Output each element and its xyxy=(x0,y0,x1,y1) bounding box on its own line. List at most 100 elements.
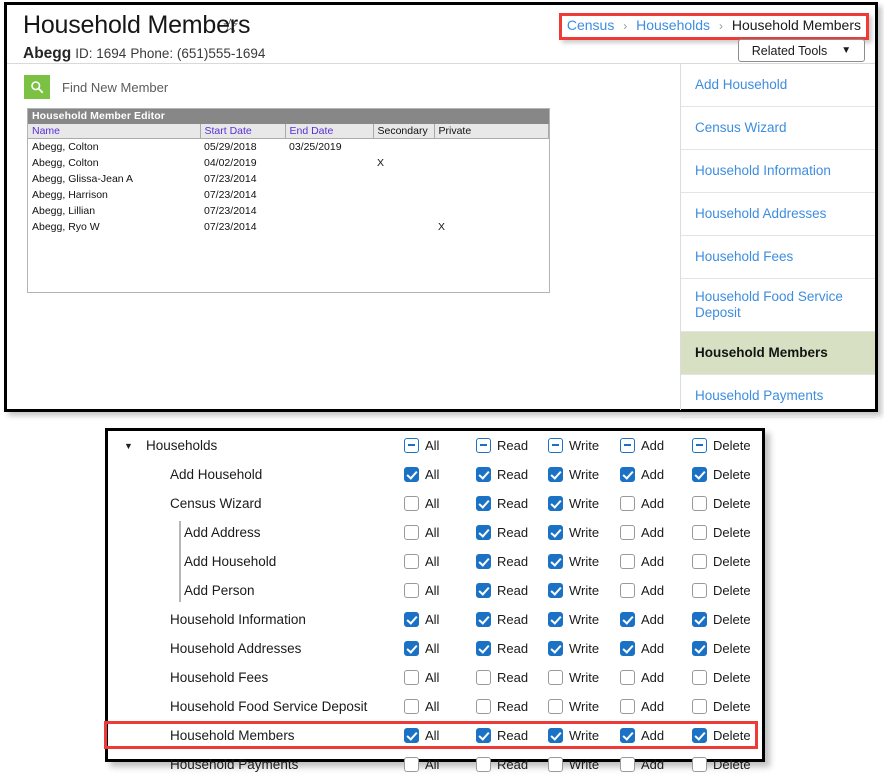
permission-cell-add[interactable]: Add xyxy=(620,612,692,627)
permission-row-households[interactable]: ▼ Households All Read Write Add Delete xyxy=(108,431,762,460)
permission-cell-add[interactable]: Add xyxy=(620,525,692,540)
table-row[interactable]: Abegg, Colton 05/29/2018 03/25/2019 xyxy=(28,139,549,156)
checkbox-delete-icon[interactable] xyxy=(692,496,707,511)
permission-cell-add[interactable]: Add xyxy=(620,699,692,714)
permission-cell-all[interactable]: All xyxy=(404,728,476,743)
checkbox-all-icon[interactable] xyxy=(404,757,419,772)
column-header-name[interactable]: Name xyxy=(28,124,201,139)
checkbox-delete-icon[interactable] xyxy=(692,641,707,656)
checkbox-read-icon[interactable] xyxy=(476,670,491,685)
checkbox-write-icon[interactable] xyxy=(548,728,563,743)
permission-cell-delete[interactable]: Delete xyxy=(692,641,764,656)
checkbox-read-icon[interactable] xyxy=(476,757,491,772)
chevron-down-icon[interactable]: ▼ xyxy=(124,442,133,451)
checkbox-write-icon[interactable] xyxy=(548,757,563,772)
checkbox-read-icon[interactable] xyxy=(476,438,491,453)
permission-cell-all[interactable]: All xyxy=(404,583,476,598)
permission-row-add-address[interactable]: Add Address All Read Write Add Delete xyxy=(108,518,762,547)
checkbox-write-icon[interactable] xyxy=(548,496,563,511)
checkbox-delete-icon[interactable] xyxy=(692,554,707,569)
sidebar-item-census-wizard[interactable]: Census Wizard xyxy=(681,107,875,150)
permission-cell-all[interactable]: All xyxy=(404,496,476,511)
permission-cell-delete[interactable]: Delete xyxy=(692,699,764,714)
permission-cell-write[interactable]: Write xyxy=(548,467,620,482)
related-tools-dropdown[interactable]: Related Tools ▼ xyxy=(738,39,865,62)
checkbox-add-icon[interactable] xyxy=(620,670,635,685)
checkbox-add-icon[interactable] xyxy=(620,757,635,772)
sidebar-item-household-information[interactable]: Household Information xyxy=(681,150,875,193)
permission-cell-delete[interactable]: Delete xyxy=(692,612,764,627)
permission-cell-delete[interactable]: Delete xyxy=(692,728,764,743)
permission-cell-all[interactable]: All xyxy=(404,641,476,656)
permission-cell-read[interactable]: Read xyxy=(476,438,548,453)
checkbox-write-icon[interactable] xyxy=(548,612,563,627)
permission-cell-all[interactable]: All xyxy=(404,670,476,685)
checkbox-all-icon[interactable] xyxy=(404,670,419,685)
checkbox-delete-icon[interactable] xyxy=(692,728,707,743)
permission-cell-all[interactable]: All xyxy=(404,612,476,627)
checkbox-read-icon[interactable] xyxy=(476,641,491,656)
permission-cell-delete[interactable]: Delete xyxy=(692,757,764,772)
breadcrumb-item-census[interactable]: Census xyxy=(567,17,614,33)
permission-row-household-addresses[interactable]: Household Addresses All Read Write Add Delete xyxy=(108,634,762,663)
checkbox-read-icon[interactable] xyxy=(476,699,491,714)
permission-cell-read[interactable]: Read xyxy=(476,699,548,714)
permission-cell-add[interactable]: Add xyxy=(620,670,692,685)
permission-cell-all[interactable]: All xyxy=(404,467,476,482)
sidebar-item-household-food-service-deposit[interactable]: Household Food Service Deposit xyxy=(681,279,875,332)
permission-cell-read[interactable]: Read xyxy=(476,467,548,482)
permission-row-add-household[interactable]: Add Household All Read Write Add Delete xyxy=(108,460,762,489)
checkbox-read-icon[interactable] xyxy=(476,525,491,540)
permission-cell-read[interactable]: Read xyxy=(476,728,548,743)
permission-cell-read[interactable]: Read xyxy=(476,757,548,772)
checkbox-all-icon[interactable] xyxy=(404,612,419,627)
permission-row-household-fees[interactable]: Household Fees All Read Write Add Delete xyxy=(108,663,762,692)
permission-cell-all[interactable]: All xyxy=(404,554,476,569)
permission-cell-add[interactable]: Add xyxy=(620,467,692,482)
permission-cell-write[interactable]: Write xyxy=(548,583,620,598)
checkbox-delete-icon[interactable] xyxy=(692,757,707,772)
checkbox-add-icon[interactable] xyxy=(620,496,635,511)
checkbox-delete-icon[interactable] xyxy=(692,583,707,598)
checkbox-add-icon[interactable] xyxy=(620,583,635,598)
table-row[interactable]: Abegg, Ryo W 07/23/2014 X xyxy=(28,219,549,235)
checkbox-all-icon[interactable] xyxy=(404,467,419,482)
permission-row-household-information[interactable]: Household Information All Read Write Add Dele… xyxy=(108,605,762,634)
permission-row-household-members[interactable]: Household Members All Read Write Add Delete xyxy=(108,721,762,750)
permission-cell-write[interactable]: Write xyxy=(548,699,620,714)
checkbox-add-icon[interactable] xyxy=(620,641,635,656)
permission-cell-all[interactable]: All xyxy=(404,525,476,540)
permission-cell-delete[interactable]: Delete xyxy=(692,583,764,598)
permission-cell-all[interactable]: All xyxy=(404,757,476,772)
sidebar-item-household-addresses[interactable]: Household Addresses xyxy=(681,193,875,236)
checkbox-all-icon[interactable] xyxy=(404,438,419,453)
find-new-member-row[interactable]: Find New Member xyxy=(24,75,168,99)
table-row[interactable]: Abegg, Harrison 07/23/2014 xyxy=(28,187,549,203)
search-icon[interactable] xyxy=(24,75,50,99)
permission-cell-delete[interactable]: Delete xyxy=(692,554,764,569)
permission-cell-write[interactable]: Write xyxy=(548,525,620,540)
permission-cell-read[interactable]: Read xyxy=(476,525,548,540)
checkbox-all-icon[interactable] xyxy=(404,641,419,656)
permission-cell-add[interactable]: Add xyxy=(620,496,692,511)
column-header-secondary[interactable]: Secondary xyxy=(373,124,435,139)
permission-cell-delete[interactable]: Delete xyxy=(692,670,764,685)
permission-row-household-food-service-deposit[interactable]: Household Food Service Deposit All Read Wri… xyxy=(108,692,762,721)
permission-cell-all[interactable]: All xyxy=(404,699,476,714)
checkbox-read-icon[interactable] xyxy=(476,467,491,482)
checkbox-all-icon[interactable] xyxy=(404,699,419,714)
permission-row-household-payments[interactable]: Household Payments All Read Write Add Delete xyxy=(108,750,762,779)
permission-cell-write[interactable]: Write xyxy=(548,554,620,569)
checkbox-delete-icon[interactable] xyxy=(692,467,707,482)
permission-row-census-wizard[interactable]: Census Wizard All Read Write Add Delete xyxy=(108,489,762,518)
sidebar-item-add-household[interactable]: Add Household xyxy=(681,64,875,107)
column-header-end-date[interactable]: End Date xyxy=(285,124,374,139)
checkbox-all-icon[interactable] xyxy=(404,554,419,569)
permission-cell-add[interactable]: Add xyxy=(620,438,692,453)
permission-cell-delete[interactable]: Delete xyxy=(692,496,764,511)
permission-cell-read[interactable]: Read xyxy=(476,496,548,511)
permission-cell-read[interactable]: Read xyxy=(476,612,548,627)
checkbox-write-icon[interactable] xyxy=(548,670,563,685)
permission-cell-add[interactable]: Add xyxy=(620,554,692,569)
checkbox-delete-icon[interactable] xyxy=(692,438,707,453)
